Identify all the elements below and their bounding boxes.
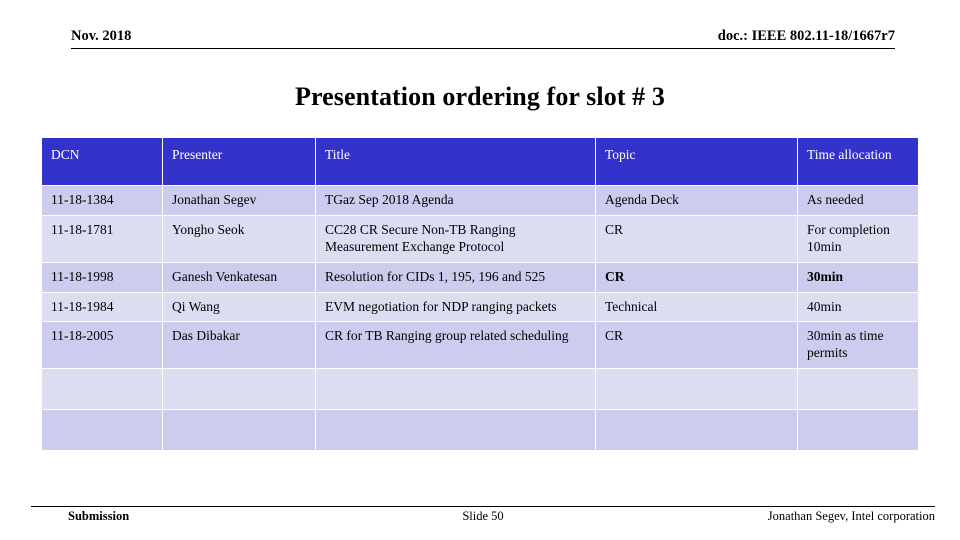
presentation-table: DCN Presenter Title Topic Time allocatio… [41,137,919,452]
cell-title: EVM negotiation for NDP ranging packets [315,291,596,323]
table-row: 11-18-2005 Das Dibakar CR for TB Ranging… [41,321,919,370]
cell-topic: CR [595,214,798,263]
cell-dcn: 11-18-1984 [41,291,163,323]
cell-topic [595,368,798,411]
cell-time: 30min as time permits [797,321,919,370]
cell-title [315,409,596,452]
column-header-topic: Topic [595,137,798,186]
column-header-time-allocation: Time allocation [797,137,919,186]
cell-time: As needed [797,185,919,216]
cell-dcn: 11-18-1998 [41,261,163,293]
column-header-title: Title [315,137,596,186]
cell-time: 40min [797,291,919,323]
cell-dcn [41,409,163,452]
table-body: 11-18-1384 Jonathan Segev TGaz Sep 2018 … [41,185,919,452]
table-row: 11-18-1384 Jonathan Segev TGaz Sep 2018 … [41,185,919,216]
cell-topic: CR [595,261,798,293]
cell-time: 30min [797,261,919,293]
cell-time [797,368,919,411]
footer-divider [31,506,935,507]
header-divider [71,48,895,49]
table-header: DCN Presenter Title Topic Time allocatio… [41,137,919,186]
cell-presenter: Jonathan Segev [162,185,316,216]
cell-presenter [162,409,316,452]
cell-topic [595,409,798,452]
cell-title [315,368,596,411]
cell-topic: Technical [595,291,798,323]
slide-footer: Submission Slide 50 Jonathan Segev, Inte… [31,509,935,527]
cell-presenter: Ganesh Venkatesan [162,261,316,293]
cell-title: Resolution for CIDs 1, 195, 196 and 525 [315,261,596,293]
cell-presenter: Qi Wang [162,291,316,323]
cell-dcn: 11-18-1384 [41,185,163,216]
cell-presenter [162,368,316,411]
cell-title: CC28 CR Secure Non-TB Ranging Measuremen… [315,214,596,263]
cell-dcn [41,368,163,411]
cell-topic: Agenda Deck [595,185,798,216]
slide: Nov. 2018 doc.: IEEE 802.11-18/1667r7 Pr… [0,0,960,540]
column-header-dcn: DCN [41,137,163,186]
cell-time: For completion 10min [797,214,919,263]
column-header-presenter: Presenter [162,137,316,186]
cell-presenter: Das Dibakar [162,321,316,370]
cell-dcn: 11-18-2005 [41,321,163,370]
cell-topic: CR [595,321,798,370]
table-row: 11-18-1998 Ganesh Venkatesan Resolution … [41,261,919,293]
table-row: 11-18-1781 Yongho Seok CC28 CR Secure No… [41,214,919,263]
page-title: Presentation ordering for slot # 3 [294,82,665,111]
table-header-row: DCN Presenter Title Topic Time allocatio… [41,137,919,186]
slide-header: Nov. 2018 doc.: IEEE 802.11-18/1667r7 [40,28,920,54]
presentation-table-container: DCN Presenter Title Topic Time allocatio… [41,137,919,452]
table-row [41,368,919,411]
cell-time [797,409,919,452]
cell-dcn: 11-18-1781 [41,214,163,263]
header-document-id: doc.: IEEE 802.11-18/1667r7 [717,28,895,44]
cell-title: CR for TB Ranging group related scheduli… [315,321,596,370]
header-date: Nov. 2018 [71,28,132,44]
table-row: 11-18-1984 Qi Wang EVM negotiation for N… [41,291,919,323]
table-row [41,409,919,452]
cell-presenter: Yongho Seok [162,214,316,263]
footer-author: Jonathan Segev, Intel corporation [767,509,935,523]
cell-title: TGaz Sep 2018 Agenda [315,185,596,216]
